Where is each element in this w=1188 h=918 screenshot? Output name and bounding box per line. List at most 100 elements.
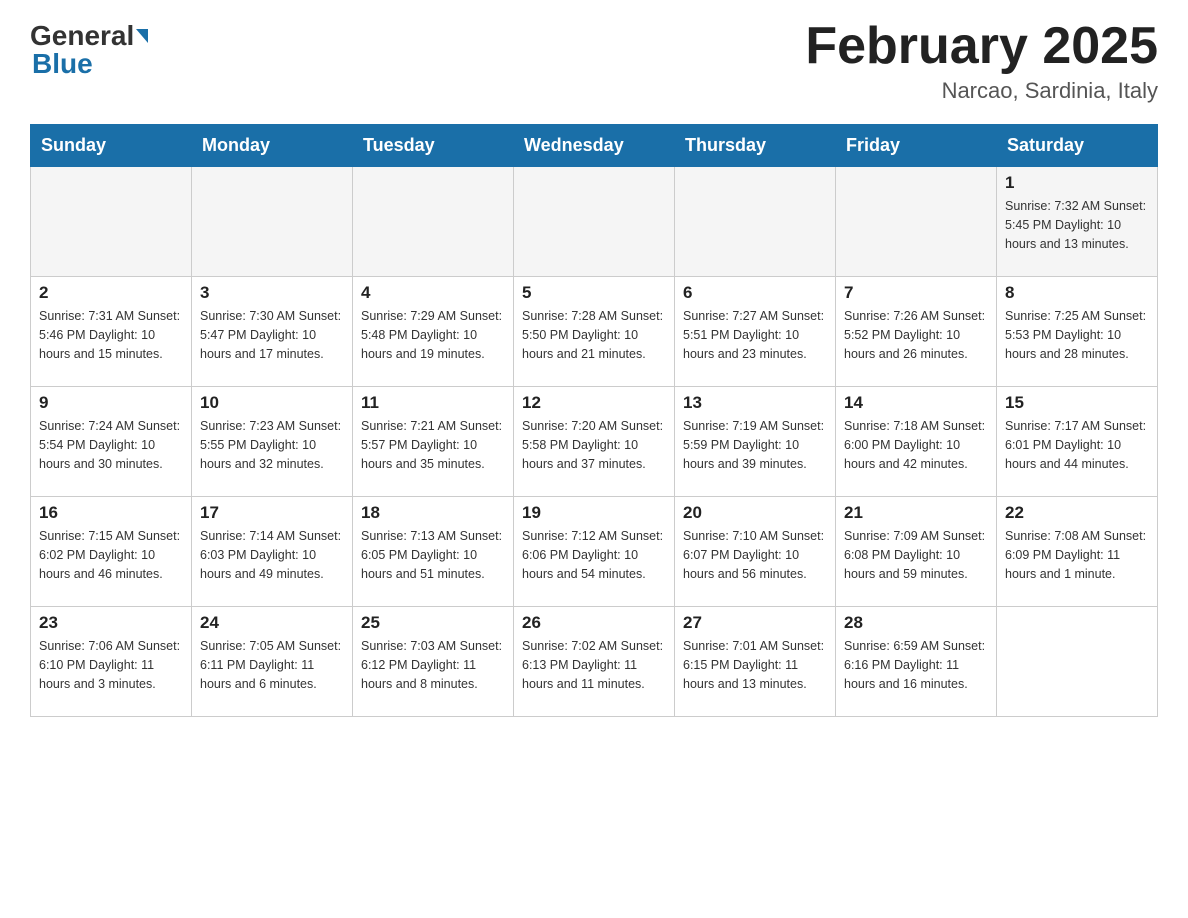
- day-detail: Sunrise: 7:01 AM Sunset: 6:15 PM Dayligh…: [683, 637, 827, 693]
- calendar-header-row: SundayMondayTuesdayWednesdayThursdayFrid…: [31, 125, 1158, 167]
- day-number: 27: [683, 613, 827, 633]
- day-number: 26: [522, 613, 666, 633]
- day-number: 22: [1005, 503, 1149, 523]
- day-detail: Sunrise: 7:31 AM Sunset: 5:46 PM Dayligh…: [39, 307, 183, 363]
- day-of-week-header: Tuesday: [353, 125, 514, 167]
- day-number: 16: [39, 503, 183, 523]
- calendar-day-cell: 2 Sunrise: 7:31 AM Sunset: 5:46 PM Daylig…: [31, 277, 192, 387]
- day-number: 25: [361, 613, 505, 633]
- calendar-day-cell: 6 Sunrise: 7:27 AM Sunset: 5:51 PM Daylig…: [675, 277, 836, 387]
- calendar-day-cell: 16 Sunrise: 7:15 AM Sunset: 6:02 PM Dayli…: [31, 497, 192, 607]
- day-detail: Sunrise: 7:02 AM Sunset: 6:13 PM Dayligh…: [522, 637, 666, 693]
- day-of-week-header: Monday: [192, 125, 353, 167]
- day-number: 5: [522, 283, 666, 303]
- day-number: 3: [200, 283, 344, 303]
- day-detail: Sunrise: 7:29 AM Sunset: 5:48 PM Dayligh…: [361, 307, 505, 363]
- day-detail: Sunrise: 7:27 AM Sunset: 5:51 PM Dayligh…: [683, 307, 827, 363]
- calendar-day-cell: 1Sunrise: 7:32 AM Sunset: 5:45 PM Daylig…: [997, 167, 1158, 277]
- calendar-day-cell: [192, 167, 353, 277]
- calendar-day-cell: 14 Sunrise: 7:18 AM Sunset: 6:00 PM Dayli…: [836, 387, 997, 497]
- calendar-day-cell: 12 Sunrise: 7:20 AM Sunset: 5:58 PM Dayli…: [514, 387, 675, 497]
- calendar-day-cell: [514, 167, 675, 277]
- calendar-day-cell: 5 Sunrise: 7:28 AM Sunset: 5:50 PM Daylig…: [514, 277, 675, 387]
- day-number: 6: [683, 283, 827, 303]
- day-detail: Sunrise: 6:59 AM Sunset: 6:16 PM Dayligh…: [844, 637, 988, 693]
- day-of-week-header: Thursday: [675, 125, 836, 167]
- calendar-day-cell: 24Sunrise: 7:05 AM Sunset: 6:11 PM Dayli…: [192, 607, 353, 717]
- day-detail: Sunrise: 7:28 AM Sunset: 5:50 PM Dayligh…: [522, 307, 666, 363]
- calendar-day-cell: [31, 167, 192, 277]
- day-detail: Sunrise: 7:15 AM Sunset: 6:02 PM Dayligh…: [39, 527, 183, 583]
- calendar-day-cell: 3 Sunrise: 7:30 AM Sunset: 5:47 PM Daylig…: [192, 277, 353, 387]
- calendar-week-row: 2 Sunrise: 7:31 AM Sunset: 5:46 PM Daylig…: [31, 277, 1158, 387]
- day-number: 9: [39, 393, 183, 413]
- calendar-day-cell: 20 Sunrise: 7:10 AM Sunset: 6:07 PM Dayli…: [675, 497, 836, 607]
- calendar-week-row: 1Sunrise: 7:32 AM Sunset: 5:45 PM Daylig…: [31, 167, 1158, 277]
- day-detail: Sunrise: 7:09 AM Sunset: 6:08 PM Dayligh…: [844, 527, 988, 583]
- day-detail: Sunrise: 7:17 AM Sunset: 6:01 PM Dayligh…: [1005, 417, 1149, 473]
- logo-arrow-icon: [136, 29, 148, 43]
- day-detail: Sunrise: 7:23 AM Sunset: 5:55 PM Dayligh…: [200, 417, 344, 473]
- day-number: 8: [1005, 283, 1149, 303]
- day-number: 23: [39, 613, 183, 633]
- calendar-day-cell: 21 Sunrise: 7:09 AM Sunset: 6:08 PM Dayli…: [836, 497, 997, 607]
- calendar-day-cell: 9Sunrise: 7:24 AM Sunset: 5:54 PM Daylig…: [31, 387, 192, 497]
- calendar-day-cell: 8Sunrise: 7:25 AM Sunset: 5:53 PM Daylig…: [997, 277, 1158, 387]
- day-number: 21: [844, 503, 988, 523]
- calendar-day-cell: [675, 167, 836, 277]
- day-number: 7: [844, 283, 988, 303]
- day-number: 14: [844, 393, 988, 413]
- calendar-day-cell: 23 Sunrise: 7:06 AM Sunset: 6:10 PM Dayli…: [31, 607, 192, 717]
- day-number: 12: [522, 393, 666, 413]
- day-detail: Sunrise: 7:14 AM Sunset: 6:03 PM Dayligh…: [200, 527, 344, 583]
- calendar-day-cell: 22Sunrise: 7:08 AM Sunset: 6:09 PM Dayli…: [997, 497, 1158, 607]
- day-number: 13: [683, 393, 827, 413]
- day-detail: Sunrise: 7:05 AM Sunset: 6:11 PM Dayligh…: [200, 637, 344, 693]
- calendar-week-row: 9Sunrise: 7:24 AM Sunset: 5:54 PM Daylig…: [31, 387, 1158, 497]
- calendar-day-cell: 27 Sunrise: 7:01 AM Sunset: 6:15 PM Dayli…: [675, 607, 836, 717]
- day-detail: Sunrise: 7:20 AM Sunset: 5:58 PM Dayligh…: [522, 417, 666, 473]
- calendar-table: SundayMondayTuesdayWednesdayThursdayFrid…: [30, 124, 1158, 717]
- calendar-day-cell: 17 Sunrise: 7:14 AM Sunset: 6:03 PM Dayli…: [192, 497, 353, 607]
- calendar-week-row: 16 Sunrise: 7:15 AM Sunset: 6:02 PM Dayli…: [31, 497, 1158, 607]
- calendar-day-cell: 18 Sunrise: 7:13 AM Sunset: 6:05 PM Dayli…: [353, 497, 514, 607]
- calendar-day-cell: 7 Sunrise: 7:26 AM Sunset: 5:52 PM Daylig…: [836, 277, 997, 387]
- calendar-day-cell: 15Sunrise: 7:17 AM Sunset: 6:01 PM Dayli…: [997, 387, 1158, 497]
- calendar-week-row: 23 Sunrise: 7:06 AM Sunset: 6:10 PM Dayli…: [31, 607, 1158, 717]
- day-detail: Sunrise: 7:18 AM Sunset: 6:00 PM Dayligh…: [844, 417, 988, 473]
- calendar-day-cell: [353, 167, 514, 277]
- calendar-day-cell: 11 Sunrise: 7:21 AM Sunset: 5:57 PM Dayli…: [353, 387, 514, 497]
- calendar-day-cell: [836, 167, 997, 277]
- day-number: 2: [39, 283, 183, 303]
- month-year-title: February 2025: [805, 20, 1158, 72]
- day-number: 11: [361, 393, 505, 413]
- logo: General Blue: [30, 20, 150, 80]
- day-number: 19: [522, 503, 666, 523]
- page-header: General Blue February 2025 Narcao, Sardi…: [30, 20, 1158, 104]
- day-number: 17: [200, 503, 344, 523]
- day-detail: Sunrise: 7:06 AM Sunset: 6:10 PM Dayligh…: [39, 637, 183, 693]
- day-detail: Sunrise: 7:26 AM Sunset: 5:52 PM Dayligh…: [844, 307, 988, 363]
- day-number: 18: [361, 503, 505, 523]
- day-detail: Sunrise: 7:21 AM Sunset: 5:57 PM Dayligh…: [361, 417, 505, 473]
- day-detail: Sunrise: 7:32 AM Sunset: 5:45 PM Dayligh…: [1005, 197, 1149, 253]
- title-block: February 2025 Narcao, Sardinia, Italy: [805, 20, 1158, 104]
- day-of-week-header: Wednesday: [514, 125, 675, 167]
- calendar-day-cell: 4 Sunrise: 7:29 AM Sunset: 5:48 PM Daylig…: [353, 277, 514, 387]
- calendar-day-cell: [997, 607, 1158, 717]
- day-detail: Sunrise: 7:12 AM Sunset: 6:06 PM Dayligh…: [522, 527, 666, 583]
- location-subtitle: Narcao, Sardinia, Italy: [805, 78, 1158, 104]
- day-of-week-header: Sunday: [31, 125, 192, 167]
- day-number: 28: [844, 613, 988, 633]
- calendar-day-cell: 13Sunrise: 7:19 AM Sunset: 5:59 PM Dayli…: [675, 387, 836, 497]
- day-detail: Sunrise: 7:13 AM Sunset: 6:05 PM Dayligh…: [361, 527, 505, 583]
- calendar-day-cell: 25 Sunrise: 7:03 AM Sunset: 6:12 PM Dayli…: [353, 607, 514, 717]
- day-of-week-header: Saturday: [997, 125, 1158, 167]
- day-number: 4: [361, 283, 505, 303]
- day-number: 20: [683, 503, 827, 523]
- day-detail: Sunrise: 7:10 AM Sunset: 6:07 PM Dayligh…: [683, 527, 827, 583]
- day-detail: Sunrise: 7:30 AM Sunset: 5:47 PM Dayligh…: [200, 307, 344, 363]
- day-detail: Sunrise: 7:03 AM Sunset: 6:12 PM Dayligh…: [361, 637, 505, 693]
- day-of-week-header: Friday: [836, 125, 997, 167]
- calendar-day-cell: 19 Sunrise: 7:12 AM Sunset: 6:06 PM Dayli…: [514, 497, 675, 607]
